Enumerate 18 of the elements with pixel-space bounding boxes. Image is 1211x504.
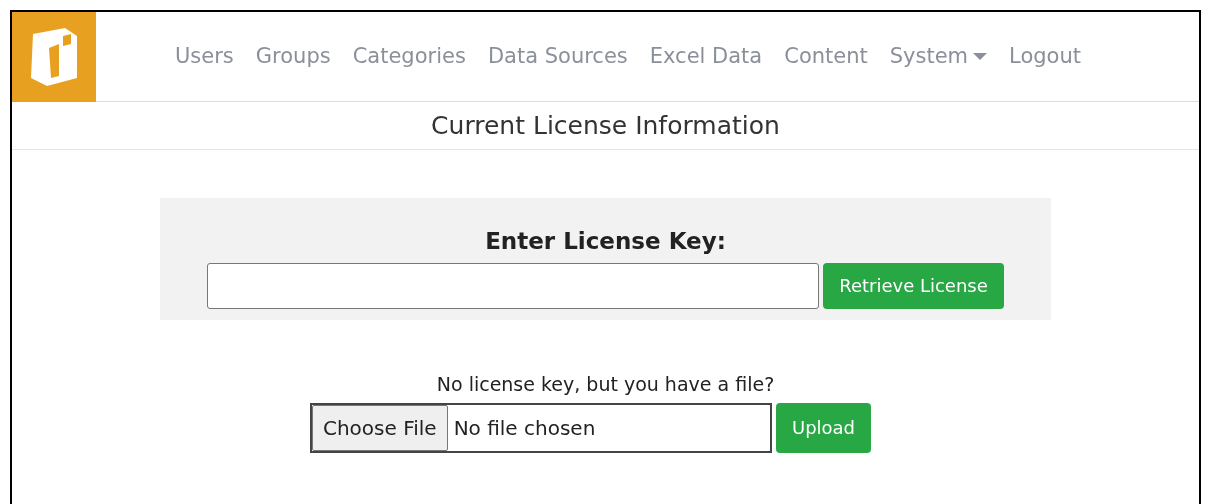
caret-icon xyxy=(973,52,988,61)
nav-link[interactable]: Categories xyxy=(341,40,477,73)
nav-link[interactable]: Logout xyxy=(998,40,1092,73)
nav-link[interactable]: Groups xyxy=(244,40,342,73)
file-field[interactable]: Choose File No file chosen xyxy=(309,402,772,453)
license-key-field[interactable] xyxy=(207,262,820,309)
license-key-heading: Enter License Key: xyxy=(485,228,726,254)
upload-button[interactable]: Upload xyxy=(775,402,872,453)
page-title: Current License Information xyxy=(431,109,780,142)
retrieve-license-button[interactable]: Retrieve License xyxy=(823,262,1004,309)
file-status-text: No file chosen xyxy=(452,414,596,442)
nav-link[interactable]: Data Sources xyxy=(476,40,639,73)
nav-link[interactable]: Excel Data xyxy=(638,40,774,73)
dropdown-menu-link[interactable]: System xyxy=(878,40,999,73)
choose-file-button[interactable]: Choose File xyxy=(311,404,448,451)
nav-link[interactable]: Content xyxy=(773,40,879,73)
file-prompt-text: No license key, but you have a file? xyxy=(436,373,775,395)
nav-link[interactable]: Users xyxy=(164,40,245,73)
